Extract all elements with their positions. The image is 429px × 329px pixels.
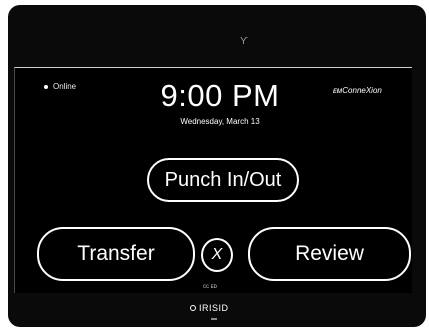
clock-date: Wednesday, March 13 [180, 117, 260, 126]
irisid-logo: IRISID [190, 303, 229, 313]
clock-time: 9:00 PM [160, 78, 280, 113]
bottom-indicator [211, 318, 217, 320]
close-icon[interactable]: X [201, 238, 233, 272]
ring-icon [190, 305, 196, 311]
punch-in-out-button[interactable]: Punch In/Out [147, 158, 299, 202]
status-text: Online [53, 82, 77, 91]
transfer-button[interactable]: Transfer [37, 227, 195, 281]
brand-text: ConneXion [342, 86, 382, 95]
review-button[interactable]: Review [248, 227, 411, 281]
logo-text: IRISID [199, 303, 229, 313]
footer-small-text: ᴄᴄ ᴇᴅ [203, 284, 217, 290]
brand-logo: ᴇᴍConneXion [333, 86, 382, 95]
status-indicator: Online [44, 82, 76, 91]
online-dot-icon [44, 84, 48, 89]
brand-prefix: ᴇᴍ [333, 86, 343, 95]
camera-lens: Ƴ [240, 36, 248, 47]
